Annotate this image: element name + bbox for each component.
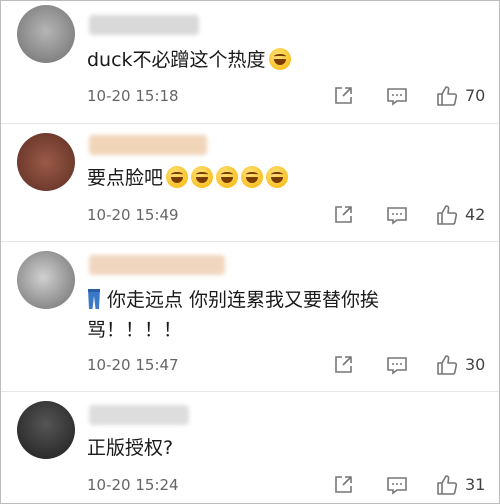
grin-sweat-emoji-icon bbox=[266, 166, 289, 188]
comment-icon[interactable] bbox=[385, 353, 409, 377]
comment-time: 10-20 15:47 bbox=[87, 356, 179, 374]
username-blurred[interactable] bbox=[89, 15, 199, 35]
share-icon[interactable] bbox=[331, 353, 355, 377]
comment-text: 正版授权? bbox=[87, 437, 174, 459]
comment-icon[interactable] bbox=[385, 473, 409, 497]
thumbs-up-icon[interactable] bbox=[435, 473, 459, 497]
username-blurred[interactable] bbox=[89, 135, 207, 155]
comment-text: 你走远点 你别连累我又要替你挨 骂！！！！ bbox=[87, 285, 479, 345]
like-count: 30 bbox=[465, 355, 486, 374]
avatar[interactable] bbox=[17, 133, 75, 191]
grin-sweat-emoji-icon bbox=[166, 166, 189, 188]
avatar[interactable] bbox=[17, 5, 75, 63]
comment-time: 10-20 15:24 bbox=[87, 476, 179, 494]
like-count: 70 bbox=[465, 86, 486, 105]
share-icon[interactable] bbox=[331, 84, 355, 108]
comment-time: 10-20 15:49 bbox=[87, 206, 179, 224]
comment-meta: 10-20 15:18 70 bbox=[87, 84, 499, 108]
comment-text: duck不必蹭这个热度 bbox=[87, 45, 479, 75]
comment-meta: 10-20 15:49 42 bbox=[87, 203, 499, 227]
like-count: 31 bbox=[465, 475, 486, 494]
grin-sweat-emoji-icon bbox=[268, 48, 291, 70]
thumbs-up-icon[interactable] bbox=[435, 84, 459, 108]
divider bbox=[1, 391, 499, 392]
share-icon[interactable] bbox=[331, 473, 355, 497]
comment-time: 10-20 15:18 bbox=[87, 87, 179, 105]
comment-text: 要点脸吧 bbox=[87, 163, 479, 193]
divider bbox=[1, 123, 499, 124]
grin-sweat-emoji-icon bbox=[241, 166, 264, 188]
like-count: 42 bbox=[465, 205, 486, 224]
grin-sweat-emoji-icon bbox=[216, 166, 239, 188]
comment-list: duck不必蹭这个热度 10-20 15:18 70 要点脸吧 10-20 15… bbox=[0, 0, 500, 504]
divider bbox=[1, 241, 499, 242]
comment-icon[interactable] bbox=[385, 203, 409, 227]
thumbs-up-icon[interactable] bbox=[435, 353, 459, 377]
username-blurred[interactable] bbox=[89, 255, 225, 275]
avatar[interactable] bbox=[17, 401, 75, 459]
comment-meta: 10-20 15:24 31 bbox=[87, 473, 499, 497]
comment-icon[interactable] bbox=[385, 84, 409, 108]
comment-meta: 10-20 15:47 30 bbox=[87, 353, 499, 377]
username-blurred[interactable] bbox=[89, 405, 189, 425]
comment-line: 你走远点 你别连累我又要替你挨 bbox=[87, 285, 479, 315]
comment-line: 骂！！！！ bbox=[87, 319, 183, 341]
avatar[interactable] bbox=[17, 251, 75, 309]
thumbs-up-icon[interactable] bbox=[435, 203, 459, 227]
share-icon[interactable] bbox=[331, 203, 355, 227]
jeans-emoji-icon bbox=[87, 288, 101, 310]
grin-sweat-emoji-icon bbox=[191, 166, 214, 188]
